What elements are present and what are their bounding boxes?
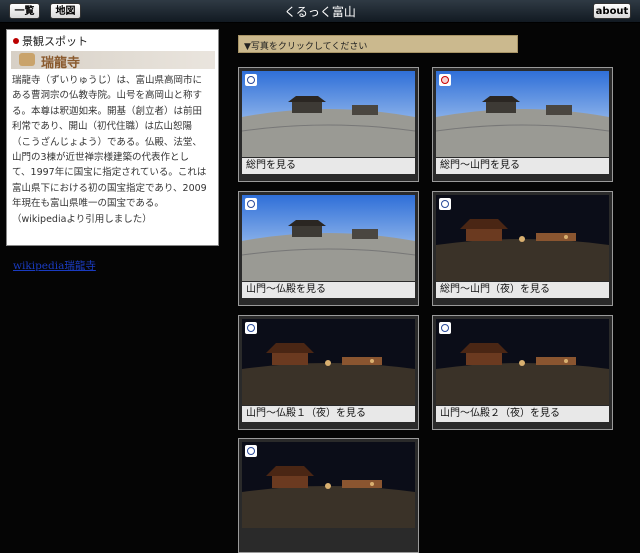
photo-caption[interactable]: 総門〜山門（夜）を見る <box>436 282 609 298</box>
panorama-icon <box>439 322 451 334</box>
description-line: （こうざんじょよう）である。仏殿、法堂、 <box>12 136 202 148</box>
photo-caption[interactable]: 山門〜仏殿２（夜）を見る <box>436 406 609 422</box>
photo-card[interactable]: 総門〜山門（夜）を見る <box>432 191 613 306</box>
instruction-text: ▼写真をクリックしてください <box>244 42 368 52</box>
description-line: る。本尊は釈迦如来。開基（創立者）は前田 <box>12 105 203 117</box>
panorama-icon <box>439 198 451 210</box>
panorama-icon <box>245 74 257 86</box>
panorama-icon <box>245 445 257 457</box>
description-line: （wikipediaより引用しました） <box>12 213 152 225</box>
bullet-icon <box>13 38 19 44</box>
wikipedia-link[interactable]: wikipedia瑞龍寺 <box>13 258 96 273</box>
description-line: 富山県下における初の国宝指定であり、2009 <box>12 182 207 194</box>
photo-card[interactable]: 総門〜山門を見る <box>432 67 613 182</box>
spot-info-panel: 景観スポット 瑞龍寺 瑞龍寺（ずいりゅうじ）は、富山県高岡市に ある曹洞宗の仏教… <box>6 29 219 272</box>
app-title: くるっく富山 <box>284 5 356 19</box>
panorama-thumbnail[interactable] <box>436 195 609 281</box>
panorama-icon <box>245 198 257 210</box>
photo-caption[interactable]: 総門〜山門を見る <box>436 158 609 174</box>
photo-card[interactable] <box>238 438 419 553</box>
top-bar: 一覧 地図 くるっく富山 about <box>0 0 640 23</box>
description-line: て、1997年に国宝に指定されている。これは <box>12 167 207 179</box>
panorama-icon <box>245 322 257 334</box>
photo-card[interactable]: 総門を見る <box>238 67 419 182</box>
panorama-thumbnail[interactable] <box>242 319 415 405</box>
panorama-thumbnail[interactable] <box>436 319 609 405</box>
panorama-thumbnail[interactable] <box>242 442 415 528</box>
photo-caption[interactable]: 総門を見る <box>242 158 415 174</box>
description-line: 山門の3棟が近世禅宗様建築の代表作とし <box>12 152 190 164</box>
temple-icon <box>19 53 35 66</box>
spot-name: 瑞龍寺 <box>41 56 81 71</box>
description-line: 利常であり、開山（初代住職）は広山恕陽 <box>12 121 193 133</box>
category-text: 景観スポット <box>22 35 88 48</box>
photo-caption[interactable]: 山門〜仏殿を見る <box>242 282 415 298</box>
photo-card[interactable]: 山門〜仏殿２（夜）を見る <box>432 315 613 430</box>
spot-title-bar: 瑞龍寺 <box>11 51 215 71</box>
instruction-banner: ▼写真をクリックしてください <box>238 35 518 53</box>
panorama-thumbnail[interactable] <box>436 71 609 157</box>
description-line: 瑞龍寺（ずいりゅうじ）は、富山県高岡市に <box>12 75 203 86</box>
photo-card[interactable]: 山門〜仏殿を見る <box>238 191 419 306</box>
category-label: 景観スポット <box>13 33 88 49</box>
panorama-thumbnail[interactable] <box>242 71 415 157</box>
description-line: ある曹洞宗の仏教寺院。山号を高岡山と称す <box>12 90 203 102</box>
photo-caption[interactable]: 山門〜仏殿１（夜）を見る <box>242 406 415 422</box>
about-button[interactable]: about <box>593 3 631 19</box>
spot-description: 瑞龍寺（ずいりゅうじ）は、富山県高岡市に ある曹洞宗の仏教寺院。山号を高岡山と称… <box>12 73 216 227</box>
description-line: 年現在も富山県唯一の国宝である。 <box>12 198 164 210</box>
panorama-thumbnail[interactable] <box>242 195 415 281</box>
photo-card[interactable]: 山門〜仏殿１（夜）を見る <box>238 315 419 430</box>
panorama-icon <box>439 74 451 86</box>
